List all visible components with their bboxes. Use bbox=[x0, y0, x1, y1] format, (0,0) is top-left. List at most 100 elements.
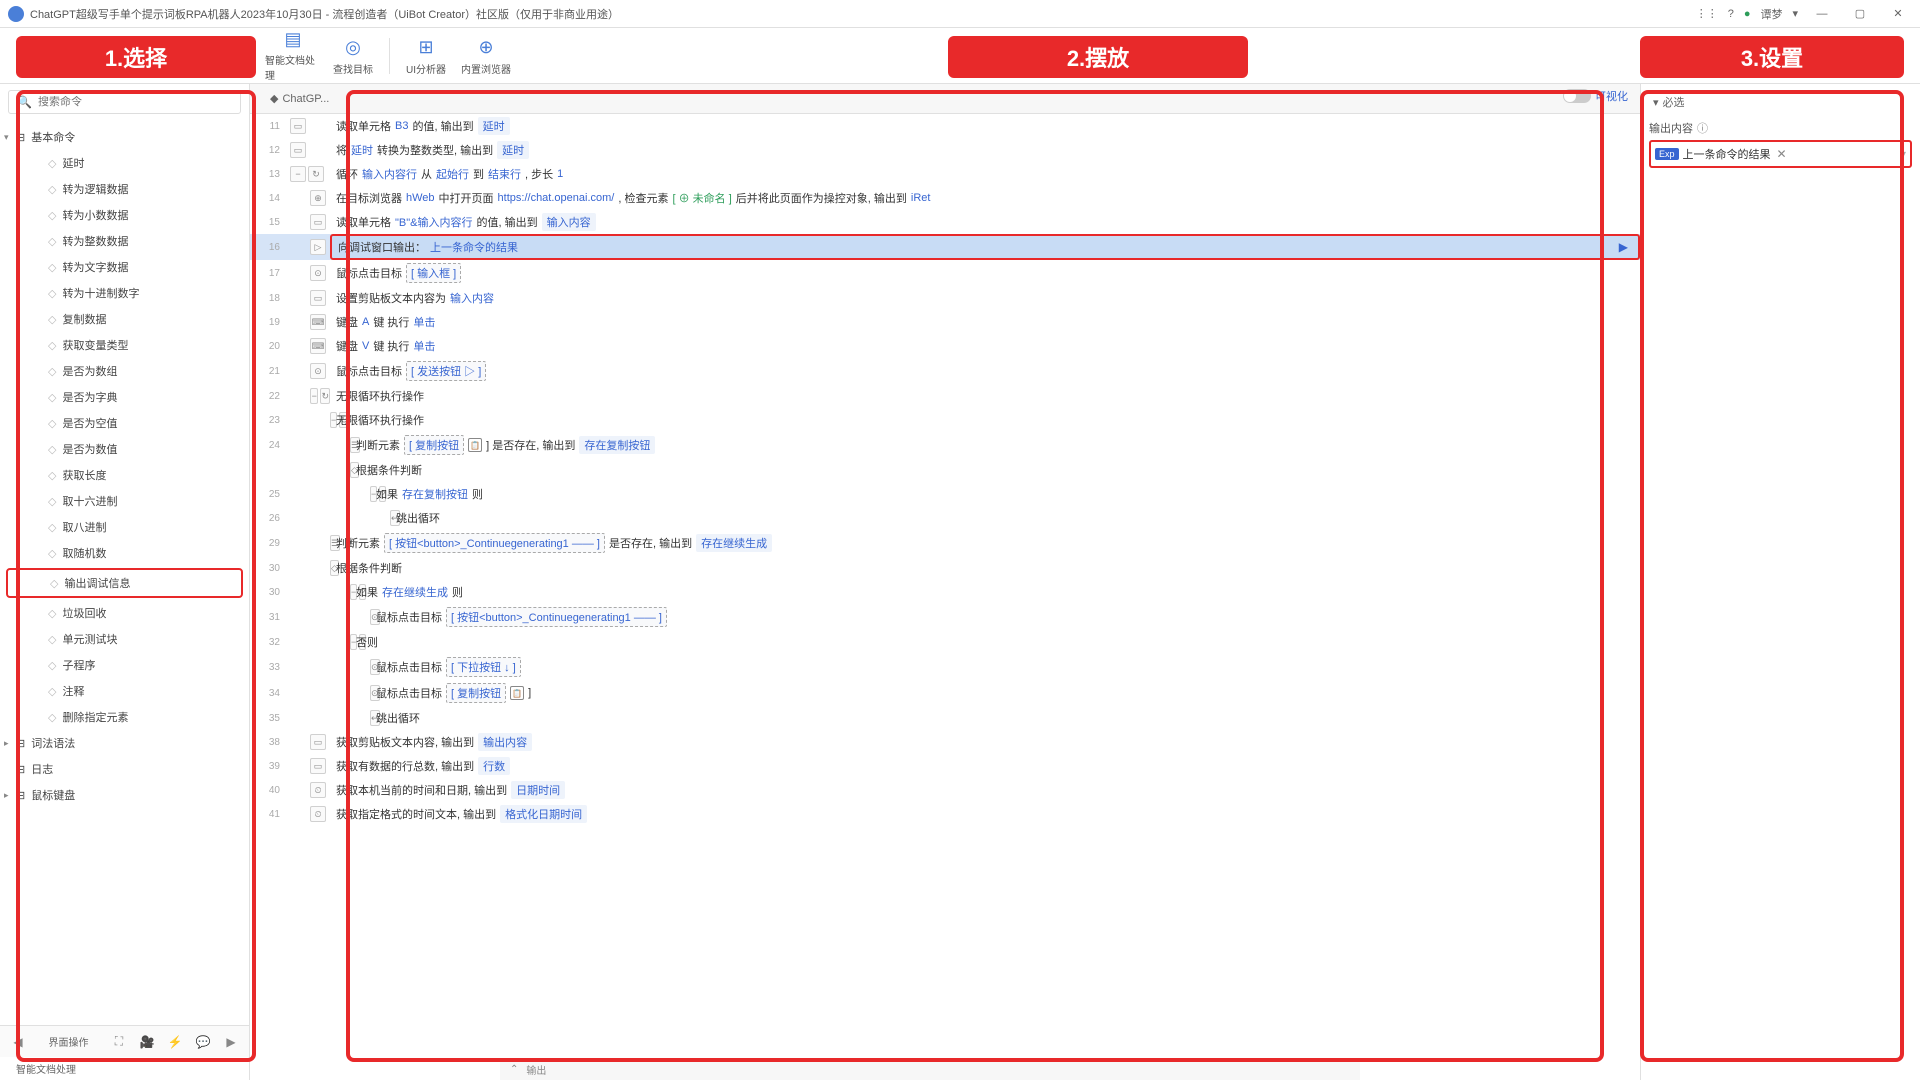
collapse-icon[interactable]: − bbox=[290, 166, 306, 182]
line-18[interactable]: 18▭设置剪贴板文本内容为 输入内容 bbox=[250, 286, 1640, 310]
search-icon: 🔍 bbox=[17, 95, 32, 109]
maximize-button[interactable]: ▢ bbox=[1846, 4, 1874, 24]
line-29[interactable]: 29☰判断元素 [ 按钮<button>_Continuegenerating1… bbox=[250, 530, 1640, 556]
tree-item-17[interactable]: ◇ 垃圾回收 bbox=[0, 600, 249, 626]
tree-item-18[interactable]: ◇ 单元测试块 bbox=[0, 626, 249, 652]
line-40[interactable]: 40⏲获取本机当前的时间和日期, 输出到 日期时间 bbox=[250, 778, 1640, 802]
editor[interactable]: 11▭读取单元格 B3 的值, 输出到 延时 12▭将 延时 转换为整数类型, … bbox=[250, 114, 1640, 1080]
toggle-switch[interactable] bbox=[1563, 89, 1591, 103]
line-19[interactable]: 19⌨键盘 A 键 执行 单击 bbox=[250, 310, 1640, 334]
output-label[interactable]: 输出 bbox=[526, 1062, 546, 1077]
play-icon[interactable]: ▶ bbox=[1619, 240, 1628, 254]
line-33[interactable]: 33⊙鼠标点击目标 [ 下拉按钮 ↓ ] bbox=[250, 654, 1640, 680]
output-icon: ▷ bbox=[310, 239, 326, 255]
line-41[interactable]: 41⏲获取指定格式的时间文本, 输出到 格式化日期时间 bbox=[250, 802, 1640, 826]
tree-item-14[interactable]: ◇ 取八进制 bbox=[0, 514, 249, 540]
line-38[interactable]: 38▭获取剪贴板文本内容, 输出到 输出内容 bbox=[250, 730, 1640, 754]
ui-analyzer-button[interactable]: ⊞UI分析器 bbox=[398, 32, 454, 80]
line-26[interactable]: 26↵跳出循环 bbox=[250, 506, 1640, 530]
tree-item-8[interactable]: ◇ 是否为数组 bbox=[0, 358, 249, 384]
expand-icon[interactable]: ⛶ bbox=[109, 1032, 129, 1052]
line-21[interactable]: 21⊙鼠标点击目标 [ 发送按钮 ▷ ] bbox=[250, 358, 1640, 384]
line-14[interactable]: 14⊕在目标浏览器 hWeb 中打开页面 https://chat.openai… bbox=[250, 186, 1640, 210]
output-content-input[interactable]: Exp 上一条命令的结果 ✕ ▾ bbox=[1649, 140, 1912, 168]
line-30b[interactable]: 30−?如果 存在继续生成 则 bbox=[250, 580, 1640, 604]
loop-icon: ↻ bbox=[308, 166, 324, 182]
tree-cat-syntax[interactable]: ▸⊟词法语法 bbox=[0, 730, 249, 756]
video-icon[interactable]: 🎥 bbox=[137, 1032, 157, 1052]
find-target-button[interactable]: ◎查找目标 bbox=[325, 32, 381, 80]
grid-icon[interactable]: ⋮⋮ bbox=[1696, 7, 1718, 20]
line-30a[interactable]: 30◇根据条件判断 bbox=[250, 556, 1640, 580]
line-22[interactable]: 22−↻无限循环执行操作 bbox=[250, 384, 1640, 408]
line-13[interactable]: 13−↻循环 输入内容行 从 起始行 到 结束行 , 步长 1 bbox=[250, 162, 1640, 186]
line-24[interactable]: 24☰判断元素 [ 复制按钮 📋 ] 是否存在, 输出到 存在复制按钮 bbox=[250, 432, 1640, 458]
line-11[interactable]: 11▭读取单元格 B3 的值, 输出到 延时 bbox=[250, 114, 1640, 138]
window-title: ChatGPT超级写手单个提示词板RPA机器人2023年10月30日 - 流程创… bbox=[30, 6, 619, 22]
line-15[interactable]: 15▭读取单元格 "B"&输入内容行 的值, 输出到 输入内容 bbox=[250, 210, 1640, 234]
ui-ops[interactable]: 界面操作 bbox=[36, 1032, 101, 1052]
line-12[interactable]: 12▭将 延时 转换为整数类型, 输出到 延时 bbox=[250, 138, 1640, 162]
minimize-button[interactable]: — bbox=[1808, 4, 1836, 24]
smart-doc-link[interactable]: 智能文档处理 bbox=[0, 1057, 249, 1080]
user-name[interactable]: 谭梦 bbox=[1760, 6, 1782, 22]
line-17[interactable]: 17⊙鼠标点击目标 [ 输入框 ] bbox=[250, 260, 1640, 286]
line-34[interactable]: 34⊙鼠标点击目标 [ 复制按钮 📋 ] bbox=[250, 680, 1640, 706]
search-box[interactable]: 🔍 bbox=[8, 90, 241, 114]
line-31[interactable]: 31⊙鼠标点击目标 [ 按钮<button>_Continuegeneratin… bbox=[250, 604, 1640, 630]
close-button[interactable]: ✕ bbox=[1884, 4, 1912, 24]
tabs: ◆ChatGP... 可视化 bbox=[250, 84, 1640, 114]
browser-button[interactable]: ⊕内置浏览器 bbox=[458, 32, 514, 80]
tree-item-10[interactable]: ◇ 是否为空值 bbox=[0, 410, 249, 436]
dropdown-icon[interactable]: ▾ bbox=[1900, 147, 1906, 161]
tree-cat-mouse[interactable]: ▸⊟鼠标键盘 bbox=[0, 782, 249, 808]
viewmode-toggle[interactable]: 可视化 bbox=[1563, 88, 1628, 104]
line-35[interactable]: 35↵跳出循环 bbox=[250, 706, 1640, 730]
tree-item-6[interactable]: ◇ 复制数据 bbox=[0, 306, 249, 332]
line-20[interactable]: 20⌨键盘 V 键 执行 单击 bbox=[250, 334, 1640, 358]
search-input[interactable] bbox=[38, 96, 232, 108]
tree-item-13[interactable]: ◇ 取十六进制 bbox=[0, 488, 249, 514]
line-24b[interactable]: ◇根据条件判断 bbox=[250, 458, 1640, 482]
tree-item-1[interactable]: ◇ 转为逻辑数据 bbox=[0, 176, 249, 202]
tree-item-16[interactable]: ◇ 输出调试信息 bbox=[6, 568, 243, 598]
tree-item-20[interactable]: ◇ 注释 bbox=[0, 678, 249, 704]
tree-item-3[interactable]: ◇ 转为整数数据 bbox=[0, 228, 249, 254]
line-25[interactable]: 25−?如果 存在复制按钮 则 bbox=[250, 482, 1640, 506]
tree-item-4[interactable]: ◇ 转为文字数据 bbox=[0, 254, 249, 280]
section-required[interactable]: ▾必选 bbox=[1649, 92, 1912, 112]
exp-chip: Exp bbox=[1655, 148, 1679, 160]
command-tree: ▾⊟基本命令 ◇ 延时◇ 转为逻辑数据◇ 转为小数数据◇ 转为整数数据◇ 转为文… bbox=[0, 120, 249, 1025]
tree-item-0[interactable]: ◇ 延时 bbox=[0, 150, 249, 176]
tree-item-7[interactable]: ◇ 获取变量类型 bbox=[0, 332, 249, 358]
field-label: 输出内容ⓘ bbox=[1649, 120, 1912, 136]
line-32[interactable]: 32−?否则 bbox=[250, 630, 1640, 654]
collapse-icon[interactable]: − bbox=[310, 388, 318, 404]
tree-item-21[interactable]: ◇ 删除指定元素 bbox=[0, 704, 249, 730]
app-icon bbox=[8, 6, 24, 22]
web-icon: ⊕ bbox=[310, 190, 326, 206]
tree-item-11[interactable]: ◇ 是否为数值 bbox=[0, 436, 249, 462]
line-16-selected[interactable]: 16▷向调试窗口输出： 上一条命令的结果▶ bbox=[250, 234, 1640, 260]
analyzer-icon: ⊞ bbox=[414, 35, 438, 59]
smart-doc-button[interactable]: ▤智能文档处理 bbox=[265, 32, 321, 80]
tree-item-12[interactable]: ◇ 获取长度 bbox=[0, 462, 249, 488]
line-39[interactable]: 39▭获取有数据的行总数, 输出到 行数 bbox=[250, 754, 1640, 778]
tree-item-5[interactable]: ◇ 转为十进制数字 bbox=[0, 280, 249, 306]
tree-item-15[interactable]: ◇ 取随机数 bbox=[0, 540, 249, 566]
tree-cat-basic[interactable]: ▾⊟基本命令 bbox=[0, 124, 249, 150]
chat-icon[interactable]: 💬 bbox=[193, 1032, 213, 1052]
line-23[interactable]: 23−↻无限循环执行操作 bbox=[250, 408, 1640, 432]
tree-item-2[interactable]: ◇ 转为小数数据 bbox=[0, 202, 249, 228]
back-icon[interactable]: ◀ bbox=[8, 1032, 28, 1052]
help-icon[interactable]: ? bbox=[1728, 8, 1734, 20]
bolt-icon[interactable]: ⚡ bbox=[165, 1032, 185, 1052]
chevron-up-icon[interactable]: ⌃ bbox=[510, 1064, 518, 1075]
delete-chip-icon[interactable]: ✕ bbox=[1777, 147, 1787, 161]
tree-cat-log[interactable]: ▸⊟日志 bbox=[0, 756, 249, 782]
tree-item-9[interactable]: ◇ 是否为字典 bbox=[0, 384, 249, 410]
callout-2: 2.摆放 bbox=[948, 36, 1248, 78]
tree-item-19[interactable]: ◇ 子程序 bbox=[0, 652, 249, 678]
tab-chatgpt[interactable]: ◆ChatGP... bbox=[258, 88, 341, 109]
forward-icon[interactable]: ▶ bbox=[221, 1032, 241, 1052]
